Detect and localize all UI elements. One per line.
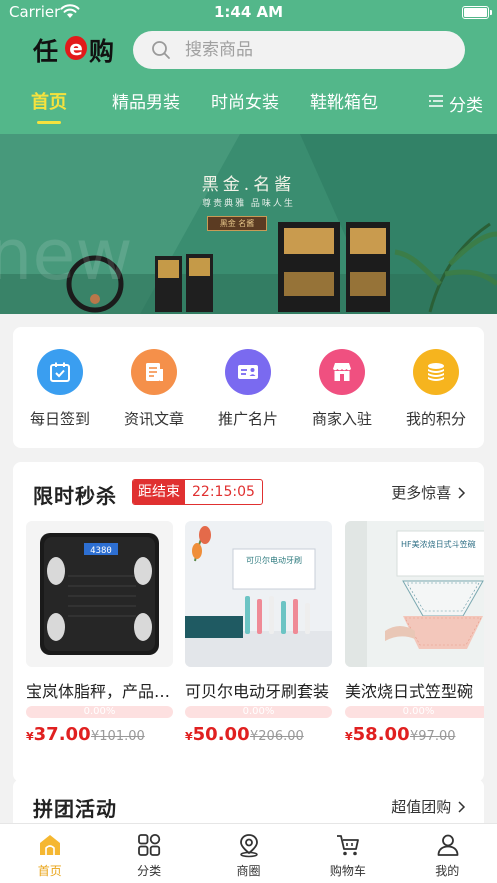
tab-indicator [37,121,61,124]
tab-shoes-bags[interactable]: 鞋靴箱包 [310,88,378,113]
card-icon [225,349,271,395]
quick-item-articles[interactable]: 资讯文章 [107,327,201,448]
countdown-timer: 距结束 22:15:05 [132,479,263,505]
sale-progress-bar: 0.00% [185,706,332,718]
battery-icon [462,6,492,19]
status-bar: Carrier 1:44 AM [0,0,497,26]
group-buy-more-link[interactable]: 超值团购 [391,796,468,817]
tabbar-cart[interactable]: 购物车 [298,824,397,883]
quick-item-checkin[interactable]: 每日签到 [13,327,107,448]
location-icon [239,834,258,858]
svg-text:可贝尔电动牙刷: 可贝尔电动牙刷 [246,555,302,565]
tabbar-business-circle[interactable]: 商圈 [199,824,298,883]
user-icon [437,834,458,856]
product-card[interactable]: 4380 宝岚体脂秤，产品名称 0.00% ¥37.00 ¥101.00 [26,521,173,771]
search-input[interactable] [185,31,455,69]
product-image: 4380 [26,521,173,667]
more-surprises-link[interactable]: 更多惊喜 [391,482,468,503]
status-time: 1:44 AM [213,3,284,21]
banner-title: 黑金.名酱 [201,175,296,195]
app-logo: 任 e 购 [33,32,117,66]
banner-tag: 黑金 名酱 [207,216,267,231]
original-price: ¥101.00 [91,729,145,744]
product-price: ¥37.00 [26,724,91,745]
tab-mens[interactable]: 精品男装 [112,88,180,113]
tabbar-category[interactable]: 分类 [99,824,198,883]
original-price: ¥97.00 [410,729,456,744]
home-icon [40,835,60,855]
sale-progress-bar: 0.00% [345,706,484,718]
cart-icon [337,835,360,856]
search-icon [152,41,170,59]
flash-sale-section: 限时秒杀 距结束 22:15:05 更多惊喜 4380 宝岚体脂秤，产品名称 0… [13,462,484,782]
list-icon [429,95,443,107]
product-image: 可贝尔电动牙刷 [185,521,332,667]
tabbar-home[interactable]: 首页 [0,824,99,883]
search-bar[interactable] [133,31,465,69]
product-price: ¥58.00 [345,724,410,745]
quick-item-promo-card[interactable]: 推广名片 [201,327,295,448]
calendar-check-icon [37,349,83,395]
countdown-label: 距结束 [133,480,185,504]
tab-home[interactable]: 首页 [31,88,67,114]
quick-item-merchant[interactable]: 商家入驻 [295,327,389,448]
quick-menu: 每日签到 资讯文章 推广名片 商家入驻 我的积分 [13,327,484,448]
svg-text:e: e [69,36,83,60]
product-card[interactable]: 可贝尔电动牙刷 可贝尔电动牙刷套装 0.00% ¥50.00 ¥206.00 [185,521,332,771]
sale-progress-bar: 0.00% [26,706,173,718]
banner-watermark: new [0,214,133,296]
chevron-right-icon [458,487,466,499]
chevron-right-icon [458,801,466,813]
coins-icon [413,349,459,395]
product-name: 美浓烧日式笠型碗 [345,682,474,701]
article-icon [131,349,177,395]
grid-icon [138,833,161,856]
logo-e-mark: e [65,36,87,60]
tabbar-profile[interactable]: 我的 [398,824,497,883]
flash-sale-title: 限时秒杀 [33,484,117,508]
group-buy-title: 拼团活动 [33,797,117,821]
promo-banner[interactable]: new 黑金.名酱 尊贵典雅 品味人生 黑金 名酱 [0,134,497,314]
category-button[interactable]: 分类 [416,84,497,120]
banner-subtitle: 尊贵典雅 品味人生 [202,199,295,209]
header: Carrier 1:44 AM 任 e 购 首页 精品男装 时尚女装 鞋靴箱包 [0,0,497,134]
store-icon [319,349,365,395]
svg-text:4380: 4380 [90,546,112,556]
bottom-tab-bar: 首页 分类 商圈 购物车 我的 [0,823,497,883]
svg-text:HF美浓烧日式斗笠碗: HF美浓烧日式斗笠碗 [401,539,476,549]
tab-womens[interactable]: 时尚女装 [211,88,279,113]
product-name: 宝岚体脂秤，产品名称 [26,682,173,701]
quick-item-points[interactable]: 我的积分 [389,327,483,448]
product-card[interactable]: HF美浓烧日式斗笠碗 美浓烧日式笠型碗 0.00% ¥58.00 ¥97.00 [345,521,484,771]
product-name: 可贝尔电动牙刷套装 [185,682,330,701]
category-label: 分类 [449,96,483,116]
product-price: ¥50.00 [185,724,250,745]
countdown-time: 22:15:05 [192,484,255,500]
original-price: ¥206.00 [250,729,304,744]
product-image: HF美浓烧日式斗笠碗 [345,521,484,667]
